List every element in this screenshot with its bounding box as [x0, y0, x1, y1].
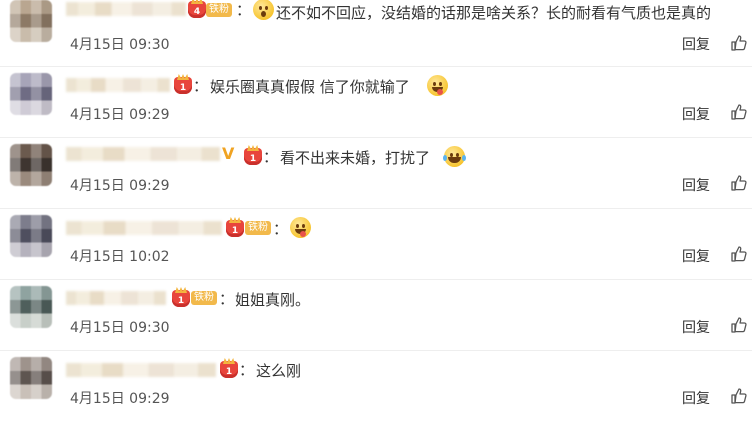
comment-item: 1 铁粉 ： 4月15日 10:02 回复 — [0, 209, 752, 280]
fan-badge: 铁粉 — [206, 3, 232, 17]
avatar[interactable] — [10, 215, 52, 257]
thumbs-up-icon[interactable] — [730, 103, 748, 121]
comment-text: 看不出来未婚，打扰了 — [280, 149, 431, 167]
comment-text: 姐姐真刚。 — [235, 291, 311, 309]
reply-button[interactable]: 回复 — [682, 175, 710, 195]
timestamp: 4月15日 09:29 — [70, 391, 170, 407]
comment-text: 这么刚 — [256, 362, 302, 380]
comment-item: 1 ： 娱乐圈真真假假 信了你就输了 4月15日 09:29 回复 — [0, 67, 752, 138]
fan-badge: 铁粉 — [191, 291, 217, 305]
crown-icon: 4 — [188, 1, 206, 18]
comment-text: 还不如不回应，没结婚的话那是啥关系？长的耐看有气质也是真的 — [276, 4, 712, 22]
avatar[interactable] — [10, 0, 52, 42]
username-blurred[interactable] — [66, 2, 186, 16]
colon-separator: ： — [236, 1, 252, 19]
timestamp: 4月15日 09:30 — [70, 320, 170, 336]
crown-level: 4 — [193, 7, 201, 17]
thumbs-up-icon[interactable] — [730, 245, 748, 263]
timestamp: 4月15日 09:29 — [70, 178, 170, 194]
reply-button[interactable]: 回复 — [682, 104, 710, 124]
thumbs-up-icon[interactable] — [730, 34, 748, 52]
yum-emoji-icon — [427, 75, 448, 96]
reply-button[interactable]: 回复 — [682, 388, 710, 408]
thumbs-up-icon[interactable] — [730, 387, 748, 405]
avatar[interactable] — [10, 357, 52, 399]
laugh-emoji-icon — [443, 146, 466, 167]
avatar[interactable] — [10, 144, 52, 186]
avatar[interactable] — [10, 73, 52, 115]
comment-item: V 1 ： 看不出来未婚，打扰了 4月15日 09:29 回复 — [0, 138, 752, 209]
thumbs-up-icon[interactable] — [730, 316, 748, 334]
username-blurred[interactable] — [66, 78, 170, 92]
reply-button[interactable]: 回复 — [682, 34, 710, 54]
comment-item: 1 ： 这么刚 4月15日 09:29 回复 — [0, 351, 752, 422]
colon-separator: ： — [263, 148, 279, 166]
crown-icon: 1 — [172, 290, 190, 307]
reply-button[interactable]: 回复 — [682, 317, 710, 337]
timestamp: 4月15日 10:02 — [70, 249, 170, 265]
crown-icon: 1 — [174, 77, 192, 94]
colon-separator: ： — [219, 290, 235, 308]
username-blurred[interactable] — [66, 291, 166, 305]
crown-icon: 1 — [220, 361, 238, 378]
thumbs-up-icon[interactable] — [730, 174, 748, 192]
fan-badge: 铁粉 — [245, 221, 271, 235]
username-blurred[interactable] — [66, 221, 222, 235]
colon-separator: ： — [273, 220, 289, 238]
surprised-emoji-icon — [253, 0, 274, 20]
comment-item: 1 铁粉 ： 姐姐真刚。 4月15日 09:30 回复 — [0, 280, 752, 351]
yum-emoji-icon — [290, 217, 311, 238]
vip-v-icon: V — [222, 144, 235, 163]
colon-separator: ： — [239, 361, 255, 379]
crown-icon: 1 — [244, 148, 262, 165]
timestamp: 4月15日 09:30 — [70, 37, 170, 53]
username-blurred[interactable] — [66, 363, 216, 377]
text-truncate-fade — [742, 0, 752, 26]
crown-icon: 1 — [226, 220, 244, 237]
comment-text: 娱乐圈真真假假 信了你就输了 — [210, 78, 410, 96]
reply-button[interactable]: 回复 — [682, 246, 710, 266]
colon-separator: ： — [193, 77, 209, 95]
comment-item: 4 铁粉 ： 还不如不回应，没结婚的话那是啥关系？长的耐看有气质也是真的 4月1… — [0, 0, 752, 67]
avatar[interactable] — [10, 286, 52, 328]
username-blurred[interactable] — [66, 147, 220, 161]
timestamp: 4月15日 09:29 — [70, 107, 170, 123]
